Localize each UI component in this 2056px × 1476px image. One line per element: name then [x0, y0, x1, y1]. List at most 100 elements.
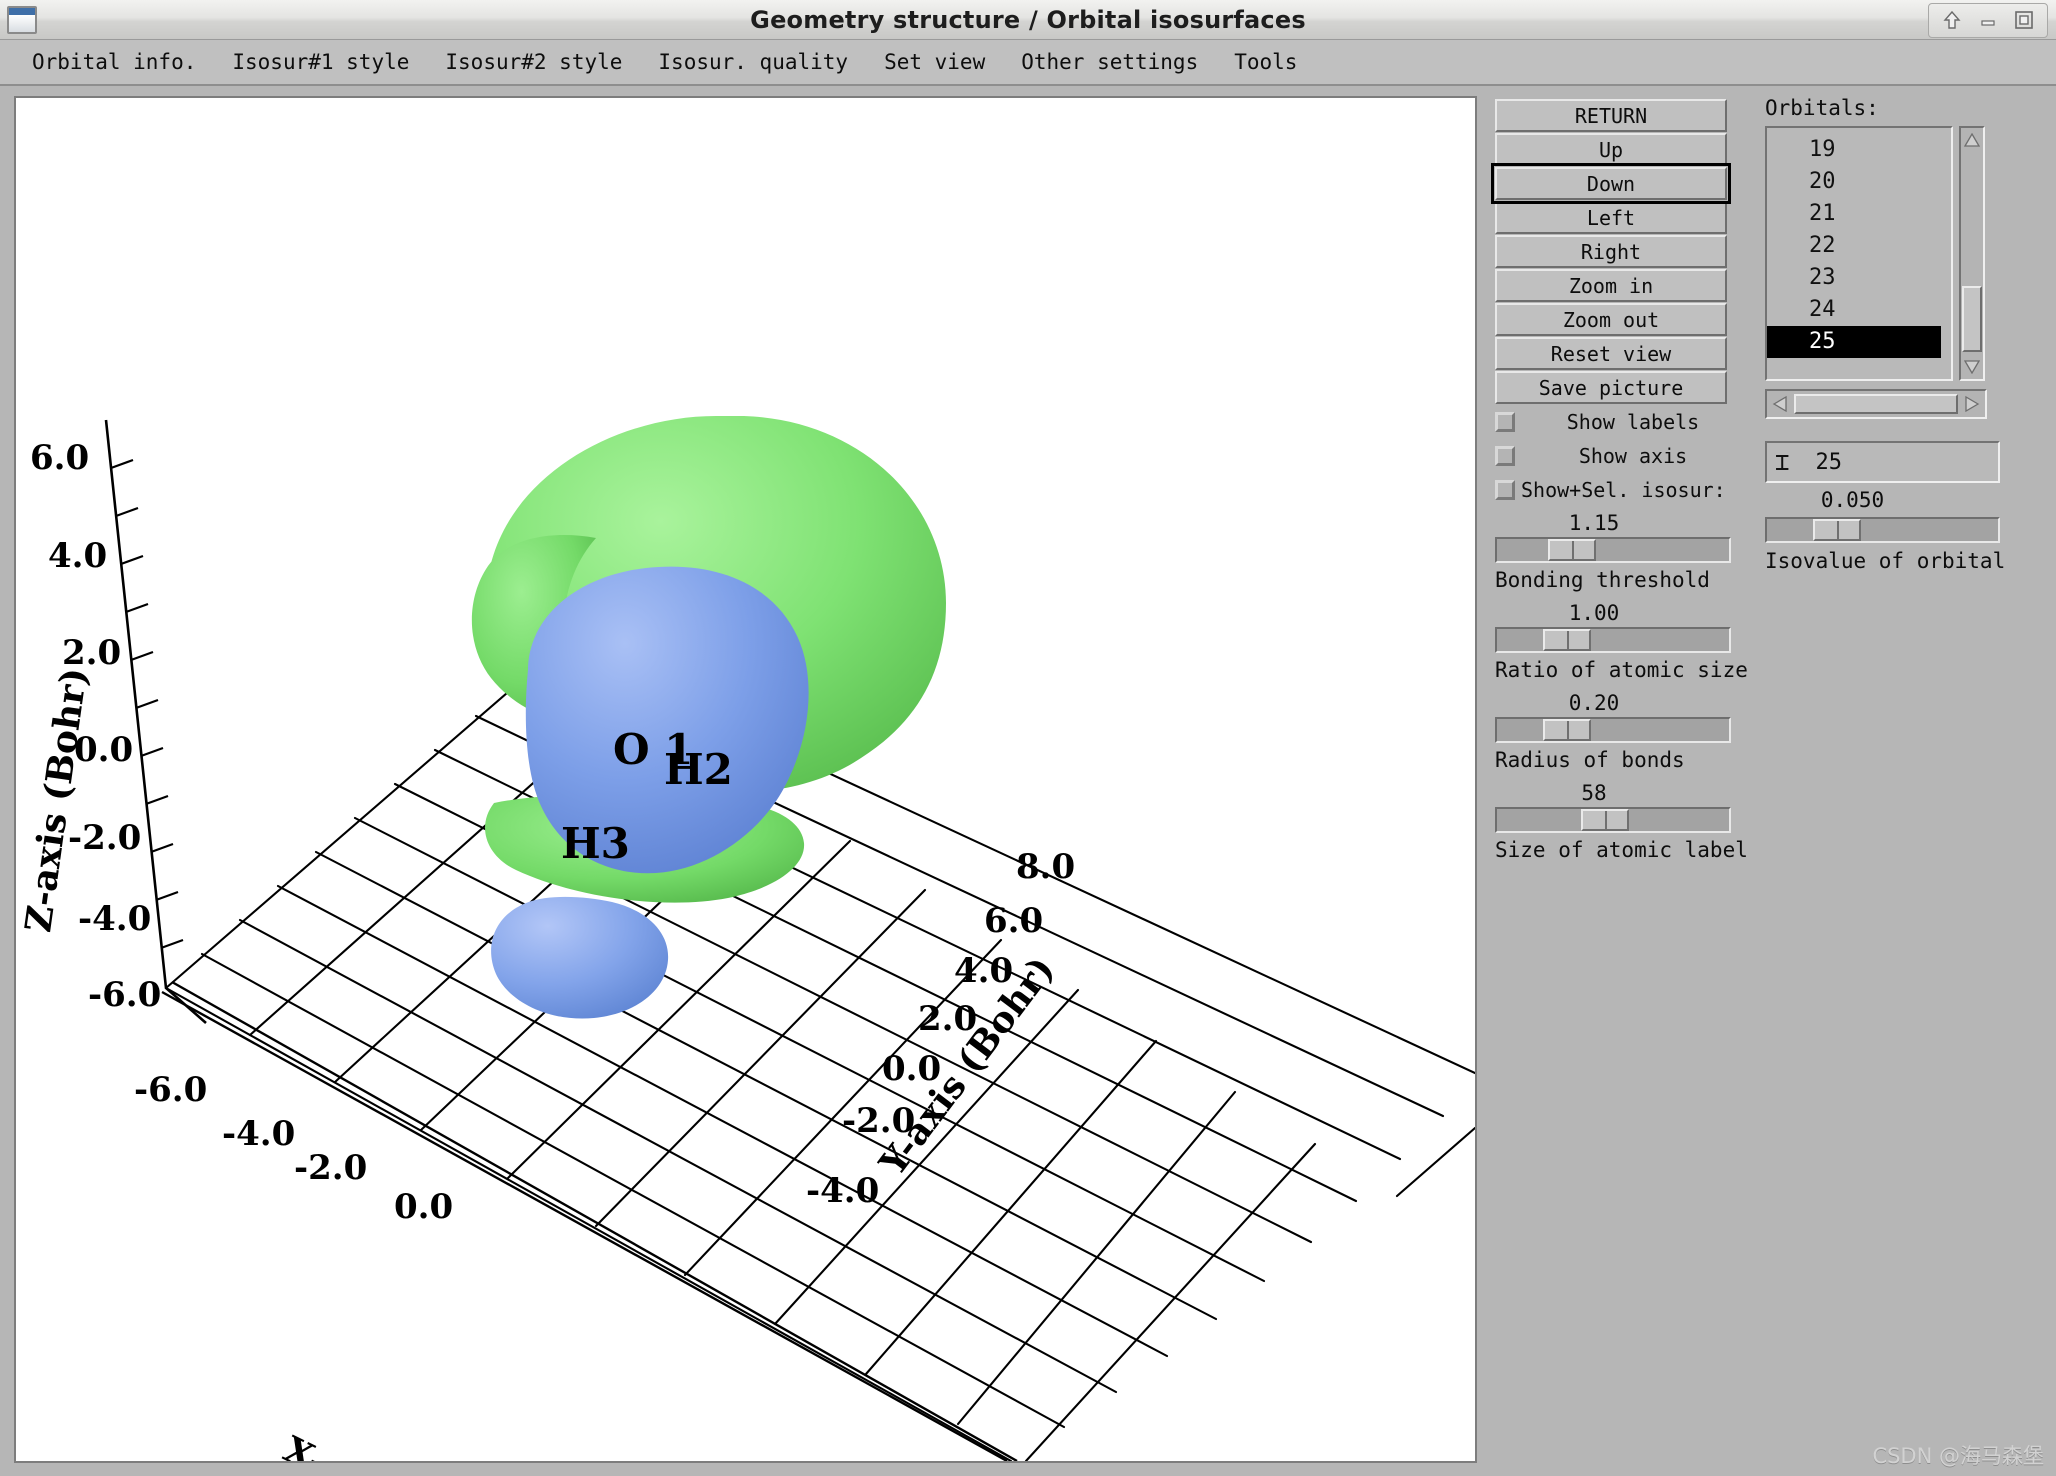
scroll-up-icon[interactable]	[1962, 129, 1982, 151]
x-tick-0: 0.0	[394, 1187, 453, 1227]
show-axis-label: Show axis	[1578, 444, 1688, 468]
menu-isosur-quality[interactable]: Isosur. quality	[640, 46, 866, 78]
size-atomic-label-group: 58 Size of atomic label	[1495, 779, 1748, 867]
x-tick-neg6: -6.0	[134, 1070, 207, 1110]
return-button[interactable]: RETURN	[1495, 99, 1727, 132]
list-item-selected[interactable]: 25	[1767, 326, 1941, 358]
orbitals-horizontal-scrollbar[interactable]	[1765, 389, 1987, 419]
watermark: CSDN @海马森堡	[1872, 1444, 2044, 1468]
x-tick-neg4: -4.0	[222, 1114, 295, 1154]
menu-isosur1-style[interactable]: Isosur#1 style	[214, 46, 427, 78]
isovalue-label: Isovalue of orbital	[1765, 549, 2006, 573]
zoom-out-button[interactable]: Zoom out	[1495, 303, 1727, 336]
menu-orbital-info[interactable]: Orbital info.	[14, 46, 214, 78]
title-bar: Geometry structure / Orbital isosurfaces	[0, 0, 2056, 40]
window-controls	[1928, 3, 2048, 38]
radius-of-bonds-label: Radius of bonds	[1495, 748, 1685, 772]
show-axis-row[interactable]: Show axis	[1495, 439, 1745, 473]
z-tick-neg2: -2.0	[68, 818, 141, 858]
radius-of-bonds-thumb[interactable]	[1543, 719, 1592, 741]
menu-isosur2-style[interactable]: Isosur#2 style	[427, 46, 640, 78]
y-tick-6: 6.0	[984, 901, 1043, 941]
show-labels-checkbox[interactable]	[1495, 412, 1515, 432]
molecular-viewport[interactable]: O 1 H2 H3 6.0 4.0 2.0 0.0 -2.0 -4.0 -6.0…	[14, 96, 1477, 1463]
list-item[interactable]: 21	[1767, 198, 1951, 230]
radius-of-bonds-group: 0.20 Radius of bonds	[1495, 689, 1745, 777]
orbital-index-input[interactable]: ⌶ 25	[1765, 441, 2000, 483]
z-tick-neg4: -4.0	[78, 899, 151, 939]
minimize-icon[interactable]	[1975, 7, 2001, 33]
radius-of-bonds-value: 0.20	[1568, 691, 1620, 715]
bonding-threshold-slider[interactable]	[1495, 537, 1731, 563]
up-button[interactable]: Up	[1495, 133, 1727, 166]
ratio-atomic-size-label: Ratio of atomic size	[1495, 658, 1748, 682]
z-tick-neg6: -6.0	[88, 975, 161, 1015]
ratio-atomic-size-value: 1.00	[1568, 601, 1620, 625]
atom-label-h2: H2	[664, 745, 733, 794]
bonding-threshold-label: Bonding threshold	[1495, 568, 1710, 592]
save-picture-button[interactable]: Save picture	[1495, 371, 1727, 404]
size-atomic-label-thumb[interactable]	[1580, 809, 1629, 831]
orbitals-vertical-scrollbar[interactable]	[1959, 126, 1985, 381]
y-tick-neg4: -4.0	[806, 1171, 879, 1211]
orbitals-scroll-thumb[interactable]	[1962, 286, 1982, 352]
scroll-down-icon[interactable]	[1962, 356, 1982, 378]
window-body: O 1 H2 H3 6.0 4.0 2.0 0.0 -2.0 -4.0 -6.0…	[0, 86, 2056, 1476]
show-labels-row[interactable]: Show labels	[1495, 405, 1745, 439]
view-controls-column: RETURN Up Down Left Right Zoom in Zoom o…	[1491, 99, 1748, 867]
list-item[interactable]: 23	[1767, 262, 1951, 294]
size-atomic-label-label: Size of atomic label	[1495, 838, 1748, 862]
show-sel-isosur-checkbox[interactable]	[1495, 480, 1515, 500]
isovalue-value: 0.050	[1820, 488, 1885, 512]
menu-set-view[interactable]: Set view	[866, 46, 1003, 78]
size-atomic-label-slider[interactable]	[1495, 807, 1731, 833]
x-tick-neg2: -2.0	[294, 1148, 367, 1188]
orbitals-listbox[interactable]: 19 20 21 22 23 24 25	[1765, 126, 1953, 381]
maximize-icon[interactable]	[2011, 7, 2037, 33]
right-button[interactable]: Right	[1495, 235, 1727, 268]
ratio-atomic-size-thumb[interactable]	[1543, 629, 1592, 651]
orbitals-list-wrapper: 19 20 21 22 23 24 25	[1765, 126, 2025, 381]
size-atomic-label-value: 58	[1581, 781, 1607, 805]
show-sel-isosur-label: Show+Sel. isosur:	[1521, 478, 1726, 502]
orbitals-title: Orbitals:	[1765, 96, 1879, 120]
show-labels-label: Show labels	[1566, 410, 1700, 434]
show-axis-checkbox[interactable]	[1495, 446, 1515, 466]
atom-label-h3: H3	[561, 819, 630, 868]
show-sel-isosur-row[interactable]: Show+Sel. isosur:	[1495, 473, 1745, 507]
list-item[interactable]: 19	[1767, 134, 1951, 166]
left-button[interactable]: Left	[1495, 201, 1727, 234]
bonding-threshold-thumb[interactable]	[1548, 539, 1597, 561]
isovalue-slider[interactable]	[1765, 517, 2000, 543]
down-button[interactable]: Down	[1491, 163, 1731, 204]
orbital-index-value: 25	[1815, 449, 1842, 475]
scroll-left-icon[interactable]	[1767, 395, 1793, 413]
zoom-in-button[interactable]: Zoom in	[1495, 269, 1727, 302]
menu-tools[interactable]: Tools	[1216, 46, 1315, 78]
list-item[interactable]: 20	[1767, 166, 1951, 198]
x-axis-name: X-axis (Bohr)	[277, 1428, 535, 1461]
bonding-threshold-group: 1.15 Bonding threshold	[1495, 509, 1745, 597]
control-panel: RETURN Up Down Left Right Zoom in Zoom o…	[1477, 96, 2056, 1476]
y-tick-8: 8.0	[1016, 847, 1075, 887]
text-caret-icon: ⌶	[1775, 448, 1790, 476]
list-item[interactable]: 22	[1767, 230, 1951, 262]
scroll-right-icon[interactable]	[1959, 395, 1985, 413]
application-window: Geometry structure / Orbital isosurfaces	[0, 0, 2056, 1476]
radius-of-bonds-slider[interactable]	[1495, 717, 1731, 743]
window-icon[interactable]	[7, 5, 37, 34]
reset-view-button[interactable]: Reset view	[1495, 337, 1727, 370]
ratio-atomic-size-group: 1.00 Ratio of atomic size	[1495, 599, 1748, 687]
menu-other-settings[interactable]: Other settings	[1003, 46, 1216, 78]
menu-bar: Orbital info. Isosur#1 style Isosur#2 st…	[0, 40, 2056, 86]
bonding-threshold-value: 1.15	[1568, 511, 1620, 535]
list-item[interactable]: 24	[1767, 294, 1951, 326]
isovalue-thumb[interactable]	[1813, 519, 1862, 541]
shade-up-icon[interactable]	[1939, 7, 1965, 33]
isosurface-negative-lower	[491, 896, 669, 1019]
z-axis-name: Z-axis (Bohr)	[17, 665, 96, 934]
ratio-atomic-size-slider[interactable]	[1495, 627, 1731, 653]
z-tick-6: 6.0	[30, 438, 89, 478]
orbitals-column: Orbitals: 19 20 21 22 23 24 25 ⌶ 25 0.05…	[1765, 96, 2025, 579]
orbitals-hscroll-thumb[interactable]	[1794, 394, 1958, 414]
